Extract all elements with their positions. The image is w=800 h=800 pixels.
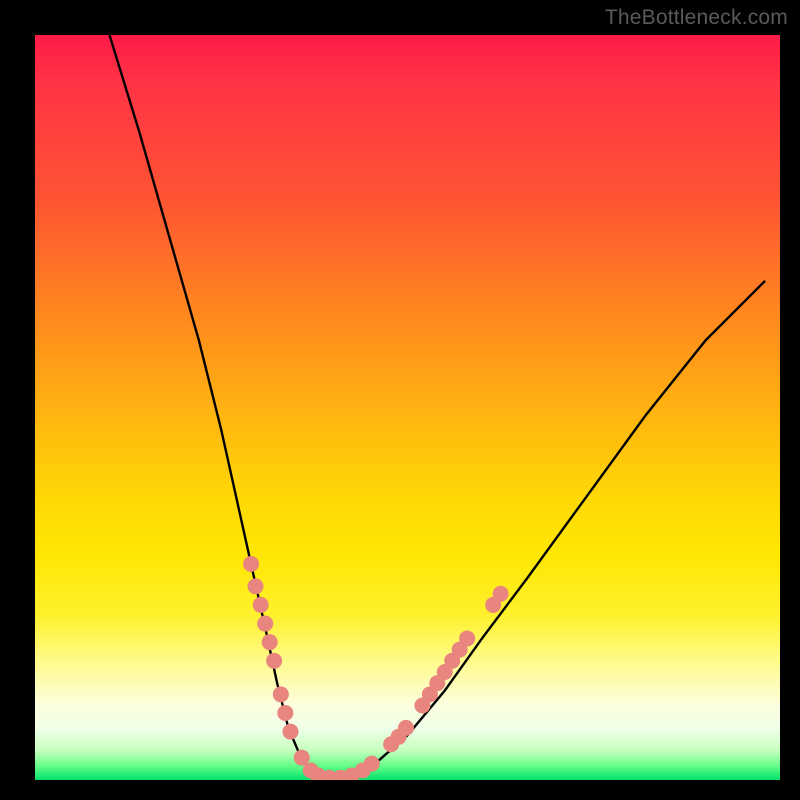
- watermark-text: TheBottleneck.com: [605, 6, 788, 30]
- data-marker: [248, 578, 264, 594]
- plot-area: [35, 35, 780, 780]
- data-marker: [266, 653, 282, 669]
- data-marker: [283, 724, 299, 740]
- data-marker: [277, 705, 293, 721]
- data-marker: [243, 556, 259, 572]
- data-marker: [262, 634, 278, 650]
- chart-svg: [35, 35, 780, 780]
- data-marker: [257, 616, 273, 632]
- chart-frame: TheBottleneck.com: [0, 0, 800, 800]
- data-marker: [253, 597, 269, 613]
- curve-layer: [110, 35, 766, 778]
- data-marker: [273, 686, 289, 702]
- bottleneck-curve-path: [110, 35, 766, 778]
- data-marker: [493, 586, 509, 602]
- data-marker: [364, 756, 380, 772]
- marker-layer: [243, 556, 509, 780]
- data-marker: [398, 720, 414, 736]
- data-marker: [459, 630, 475, 646]
